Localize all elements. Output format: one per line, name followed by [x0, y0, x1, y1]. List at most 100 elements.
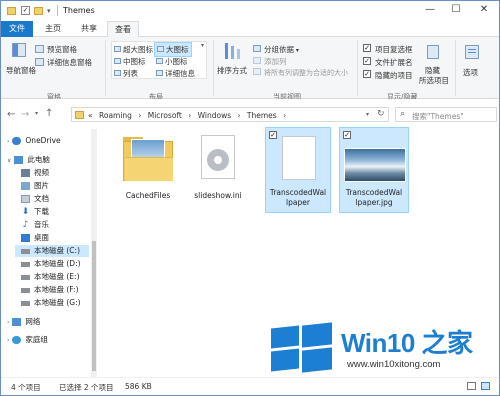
nav-item-label: 家庭组 [25, 335, 48, 344]
address-bar[interactable]: « Roaming › Microsoft › Windows › Themes… [71, 107, 389, 122]
address-dropdown-icon[interactable]: ▾ [366, 111, 369, 118]
nav-item-documents[interactable]: 文档 [21, 193, 49, 205]
ribbon-separator [213, 40, 214, 96]
item-checkbox[interactable]: ✓ [269, 131, 277, 139]
path-prefix[interactable]: « [88, 111, 93, 120]
watermark-url: www.win10xitong.com [347, 359, 441, 370]
details-pane-button[interactable]: 详细信息窗格 [47, 57, 92, 68]
layout-details[interactable]: 详细信息 [156, 68, 195, 79]
file-item-transcodedwallpaper[interactable]: ✓ TranscodedWal lpaper [265, 127, 331, 213]
up-arrow-icon[interactable]: ↑ [45, 108, 53, 119]
breadcrumb-microsoft[interactable]: Microsoft [148, 111, 182, 120]
layout-medium[interactable]: 中图标 [114, 56, 146, 67]
breadcrumb-roaming[interactable]: Roaming [99, 111, 132, 120]
hide-selected-label[interactable]: 所选项目 [419, 75, 449, 86]
gallery-more-icon[interactable]: ▾ [201, 42, 204, 49]
hidden-items-checkbox[interactable]: ✓ [363, 70, 371, 78]
nav-item-label: 本地磁盘 (F:) [34, 285, 79, 294]
tab-file[interactable]: 文件 [1, 21, 33, 37]
nav-pane-icon[interactable] [9, 41, 29, 61]
nav-pane-button[interactable]: 导航窗格 [6, 65, 36, 76]
nav-item-desktop[interactable]: 桌面 [21, 232, 49, 244]
nav-item-downloads[interactable]: ⬇ 下载 [21, 206, 49, 218]
nav-item-this-pc[interactable]: ∨ 此电脑 [7, 154, 50, 166]
tab-view[interactable]: 查看 [107, 21, 139, 38]
navigation-pane: › OneDrive ∨ 此电脑 视频 图片 文档 ⬇ 下载 ♪ 音乐 桌面 本地磁盘 … [1, 129, 97, 377]
refresh-icon[interactable]: ↻ [377, 109, 385, 119]
watermark-brand: Win10 之家 [341, 328, 473, 358]
breadcrumb-separator[interactable]: › [283, 111, 286, 120]
file-name-line-1: TranscodedWal [345, 188, 403, 197]
fit-columns-label: 将所有列调整为合适的大小 [264, 69, 348, 77]
cloud-icon [12, 137, 22, 145]
file-extensions-checkbox[interactable]: ✓ [363, 57, 371, 65]
details-view-icon[interactable] [467, 382, 476, 390]
customize-quick-access-icon[interactable]: ▾ [47, 7, 51, 15]
homegroup-icon [12, 336, 22, 344]
nav-item-homegroup[interactable]: › 家庭组 [7, 334, 48, 346]
back-arrow-icon[interactable]: ← [7, 109, 15, 120]
ribbon-separator [105, 40, 106, 96]
tab-share[interactable]: 共享 [73, 21, 105, 37]
group-by-button[interactable]: 分组依据 ▾ [253, 44, 299, 55]
fit-columns-button[interactable]: 将所有列调整为合适的大小 [253, 68, 348, 78]
folder-icon [123, 135, 173, 181]
nav-item-label: 下载 [34, 207, 49, 216]
nav-scrollbar-thumb[interactable] [92, 241, 96, 371]
recent-locations-icon[interactable]: ▾ [35, 110, 38, 117]
layout-large[interactable]: 大图标 [154, 42, 192, 57]
window-title: Themes [63, 6, 95, 15]
file-item-transcodedwallpaper-jpg[interactable]: ✓ TranscodedWal lpaper.jpg [339, 127, 409, 213]
large-icons-view-icon[interactable] [481, 382, 490, 390]
new-folder-quick-icon[interactable] [34, 7, 43, 15]
desktop-icon [21, 234, 30, 242]
options-button[interactable]: 选项 [463, 67, 478, 78]
minimize-button[interactable]: — [419, 3, 441, 17]
nav-item-label: 本地磁盘 (D:) [34, 259, 81, 268]
breadcrumb-windows[interactable]: Windows [198, 111, 231, 120]
breadcrumb-separator[interactable]: › [138, 111, 141, 120]
nav-item-drive-d[interactable]: 本地磁盘 (D:) [21, 258, 81, 270]
tab-home[interactable]: 主页 [37, 21, 69, 37]
file-item-cachedfiles[interactable]: CachedFiles [115, 131, 181, 217]
settings-file-icon [201, 135, 235, 181]
selected-count: 已选择 2 个项目 [59, 383, 114, 392]
nav-item-drive-c[interactable]: 本地磁盘 (C:) [15, 245, 89, 257]
layout-details-label: 详细信息 [165, 69, 195, 78]
file-item-slideshow-ini[interactable]: slideshow.ini [185, 131, 251, 217]
close-button[interactable]: ✕ [473, 3, 495, 17]
nav-item-videos[interactable]: 视频 [21, 167, 49, 179]
nav-item-network[interactable]: › 网络 [7, 316, 40, 328]
item-checkbox[interactable]: ✓ [343, 131, 351, 139]
sort-button[interactable]: 排序方式 [217, 65, 247, 76]
nav-item-label: 视频 [34, 168, 49, 177]
layout-small-label: 小图标 [165, 57, 188, 66]
ribbon-separator [455, 40, 456, 96]
nav-item-pictures[interactable]: 图片 [21, 180, 49, 192]
maximize-button[interactable]: ☐ [445, 3, 467, 17]
item-checkboxes-checkbox[interactable]: ✓ [363, 44, 371, 52]
sort-icon[interactable] [223, 43, 243, 61]
win10-logo-icon [271, 322, 333, 373]
options-icon[interactable] [463, 43, 481, 61]
nav-item-drive-g[interactable]: 本地磁盘 (G:) [21, 297, 81, 309]
properties-quick-icon[interactable]: ✓ [21, 6, 30, 15]
breadcrumb-separator[interactable]: › [188, 111, 191, 120]
breadcrumb-themes[interactable]: Themes [247, 111, 277, 120]
layout-extra-large[interactable]: 超大图标 [114, 44, 153, 55]
forward-arrow-icon[interactable]: → [21, 109, 29, 120]
drive-icon [21, 248, 30, 254]
layout-small[interactable]: 小图标 [156, 56, 188, 67]
add-columns-button[interactable]: 添加列 [253, 56, 287, 67]
nav-item-onedrive[interactable]: › OneDrive [7, 135, 61, 147]
nav-item-music[interactable]: ♪ 音乐 [21, 219, 49, 231]
search-box[interactable]: ⌕ 搜索"Themes" [395, 107, 497, 122]
hide-selected-icon[interactable] [425, 43, 441, 63]
layout-list[interactable]: 列表 [114, 68, 138, 79]
preview-pane-button[interactable]: 预览窗格 [47, 44, 77, 55]
nav-item-drive-f[interactable]: 本地磁盘 (F:) [21, 284, 79, 296]
nav-item-label: OneDrive [25, 136, 61, 145]
nav-item-drive-e[interactable]: 本地磁盘 (E:) [21, 271, 80, 283]
title-divider [57, 5, 58, 16]
breadcrumb-separator[interactable]: › [238, 111, 241, 120]
